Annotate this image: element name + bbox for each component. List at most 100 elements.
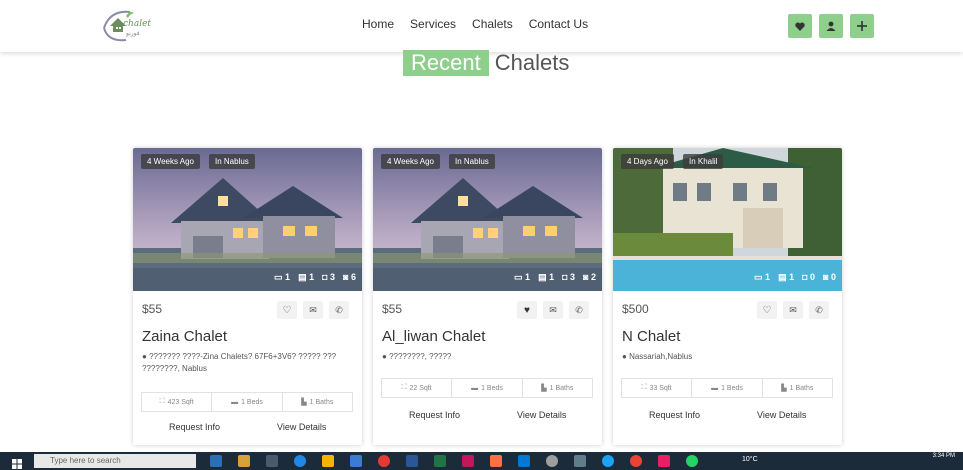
taskbar-app-icon[interactable]	[462, 455, 474, 467]
location-badge: In Khalil	[683, 154, 724, 169]
feature-beds: ▬ 1 Beds	[452, 379, 523, 397]
whatsapp-icon[interactable]	[686, 455, 698, 467]
taskbar-app-icon[interactable]	[546, 455, 558, 467]
features-row: ⛶ 22 Sqft ▬ 1 Beds ▙ 1 Baths	[381, 378, 593, 398]
request-info-link[interactable]: Request Info	[169, 422, 220, 432]
feature-beds: ▬ 1 Beds	[212, 393, 283, 411]
chalet-card[interactable]: 4 Weeks Ago In Nablus ▭ 1 ▤ 1 ◘ 3 ◙ 2 $5…	[373, 148, 602, 445]
location-badge: In Nablus	[209, 154, 255, 169]
logo-text: chalet	[123, 19, 152, 29]
stat-videos: ◙ 6	[343, 272, 356, 282]
taskbar-app-icon[interactable]	[658, 455, 670, 467]
stat-vr: ▭ 1	[754, 272, 771, 282]
request-info-link[interactable]: Request Info	[649, 410, 700, 420]
favorite-button[interactable]: ♥	[517, 301, 537, 319]
chalet-card[interactable]: 4 Days Ago In Khalil ▭ 1 ▤ 1 ◘ 0 ◙ 0 $50…	[613, 148, 842, 445]
bath-icon: ▙	[781, 385, 787, 392]
title-highlight: Recent	[403, 50, 489, 76]
windows-taskbar: Type here to search 10°C 3:34 PM	[0, 452, 963, 470]
taskbar-app-icon[interactable]	[406, 455, 418, 467]
weather-widget[interactable]: 10°C	[742, 456, 758, 463]
site-header: chalet قورنو Home Services Chalets Conta…	[0, 0, 963, 52]
feature-baths: ▙ 1 Baths	[781, 384, 814, 393]
chalet-card[interactable]: 4 Weeks Ago In Nablus ▭ 1 ▤ 1 ◘ 3 ◙ 6 $5…	[133, 148, 362, 445]
time-badge: 4 Weeks Ago	[141, 154, 200, 169]
windows-start-icon[interactable]	[12, 456, 22, 469]
taskbar-app-icon[interactable]	[518, 455, 530, 467]
phone-icon: ✆	[815, 304, 823, 315]
envelope-icon: ✉	[309, 304, 317, 315]
phone-icon: ✆	[575, 304, 583, 315]
nav-services[interactable]: Services	[410, 17, 456, 31]
heart-outline-icon: ♡	[762, 304, 772, 316]
stat-rooms: ▤ 1	[298, 272, 315, 282]
envelope-icon: ✉	[789, 304, 797, 315]
call-button[interactable]: ✆	[329, 301, 349, 319]
location-badge: In Nablus	[449, 154, 495, 169]
feature-beds: ▬ 1 Beds	[692, 379, 763, 397]
add-chalet-button[interactable]	[850, 14, 874, 38]
time-badge: 4 Weeks Ago	[381, 154, 440, 169]
nav-contact-us[interactable]: Contact Us	[529, 17, 588, 31]
site-logo[interactable]: chalet قورنو	[96, 6, 160, 46]
taskbar-app-icon[interactable]	[434, 455, 446, 467]
call-button[interactable]: ✆	[809, 301, 829, 319]
area-icon: ⛶	[401, 384, 407, 391]
favorites-button[interactable]	[788, 14, 812, 38]
main-nav: Home Services Chalets Contact Us	[362, 17, 604, 31]
chalet-address: ● Nassariah,Nablus	[622, 352, 693, 361]
taskbar-app-icon[interactable]	[574, 455, 586, 467]
price: $55	[142, 302, 163, 316]
villa-photo	[613, 148, 842, 291]
taskbar-app-icon[interactable]	[266, 455, 278, 467]
stat-rooms: ▤ 1	[538, 272, 555, 282]
nav-chalets[interactable]: Chalets	[472, 17, 513, 31]
chalet-address: ● ??????? ????-Zina Chalets? 67F6+3V6? ?…	[142, 352, 337, 373]
stat-videos: ◙ 0	[823, 272, 836, 282]
request-info-link[interactable]: Request Info	[409, 410, 460, 420]
taskbar-search[interactable]: Type here to search	[34, 454, 196, 468]
price: $55	[382, 302, 403, 316]
taskbar-app-icon[interactable]	[350, 455, 362, 467]
taskbar-app-icon[interactable]	[378, 455, 390, 467]
message-button[interactable]: ✉	[543, 301, 563, 319]
taskbar-app-icon[interactable]	[490, 455, 502, 467]
chalet-image[interactable]: 4 Weeks Ago In Nablus ▭ 1 ▤ 1 ◘ 3 ◙ 2	[373, 148, 602, 291]
chalet-image[interactable]: 4 Days Ago In Khalil ▭ 1 ▤ 1 ◘ 0 ◙ 0	[613, 148, 842, 291]
view-details-link[interactable]: View Details	[757, 410, 806, 420]
nav-home[interactable]: Home	[362, 17, 394, 31]
house-photo	[373, 148, 602, 291]
page: chalet قورنو Home Services Chalets Conta…	[0, 0, 963, 470]
map-pin-icon: ●	[622, 352, 627, 361]
envelope-icon: ✉	[549, 304, 557, 315]
price: $500	[622, 302, 649, 316]
taskbar-clock[interactable]: 3:34 PM	[933, 453, 955, 460]
view-details-link[interactable]: View Details	[517, 410, 566, 420]
taskbar-app-icon[interactable]	[294, 455, 306, 467]
favorite-button[interactable]: ♡	[757, 301, 777, 319]
view-details-link[interactable]: View Details	[277, 422, 326, 432]
plus-icon	[857, 21, 867, 31]
taskbar-app-icon[interactable]	[210, 455, 222, 467]
taskbar-app-icon[interactable]	[602, 455, 614, 467]
stat-photos: ◘ 3	[562, 272, 576, 282]
taskbar-app-icon[interactable]	[322, 455, 334, 467]
map-pin-icon: ●	[142, 352, 147, 361]
favorite-button[interactable]: ♡	[277, 301, 297, 319]
message-button[interactable]: ✉	[783, 301, 803, 319]
chalet-name[interactable]: Zaina Chalet	[142, 328, 227, 345]
bath-icon: ▙	[301, 399, 307, 406]
call-button[interactable]: ✆	[569, 301, 589, 319]
chalet-name[interactable]: Al_liwan Chalet	[382, 328, 485, 345]
features-row: ⛶ 423 Sqft ▬ 1 Beds ▙ 1 Baths	[141, 392, 353, 412]
bed-icon: ▬	[231, 398, 239, 406]
chrome-icon[interactable]	[630, 455, 642, 467]
features-row: ⛶ 33 Sqft ▬ 1 Beds ▙ 1 Baths	[621, 378, 833, 398]
message-button[interactable]: ✉	[303, 301, 323, 319]
taskbar-app-icon[interactable]	[238, 455, 250, 467]
chalet-name[interactable]: N Chalet	[622, 328, 680, 345]
chalet-image[interactable]: 4 Weeks Ago In Nablus ▭ 1 ▤ 1 ◘ 3 ◙ 6	[133, 148, 362, 291]
heart-icon	[795, 22, 805, 31]
stat-photos: ◘ 3	[322, 272, 336, 282]
account-button[interactable]	[819, 14, 843, 38]
